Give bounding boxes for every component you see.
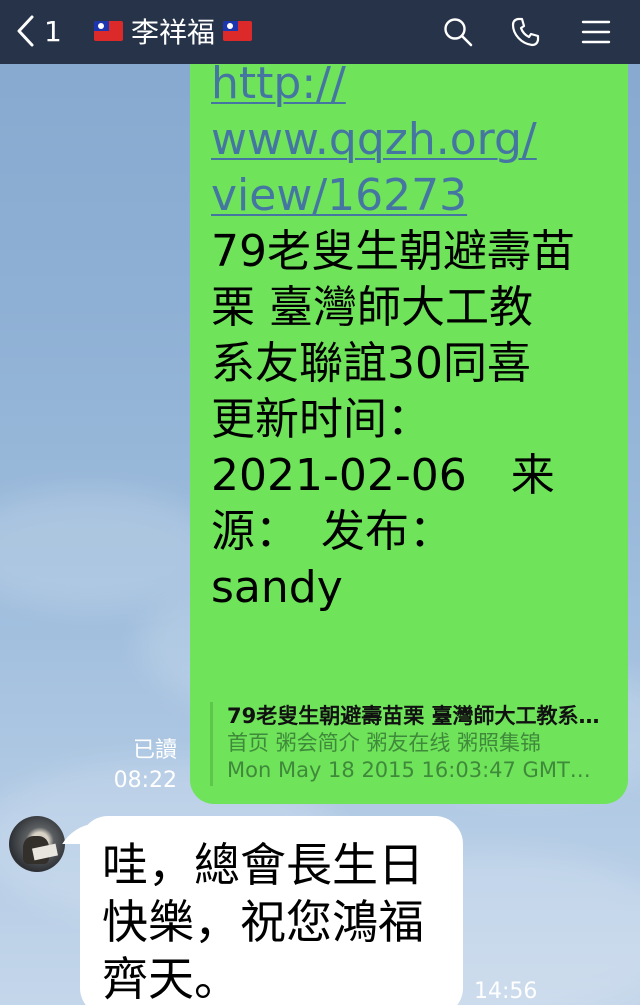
menu-button[interactable]	[574, 10, 618, 54]
message-link[interactable]: http:// www.qqzh.org/ view/16273	[211, 56, 623, 224]
chat-header: 1 李祥福	[0, 0, 640, 64]
message-text: http:// www.qqzh.org/ view/16273 79老叟生朝避…	[211, 56, 623, 616]
bubble-tail	[62, 824, 100, 844]
phone-icon	[511, 17, 540, 47]
message-line: 更新时间：	[211, 394, 431, 445]
taiwan-flag-icon	[223, 21, 253, 41]
contact-name: 李祥福	[131, 16, 216, 49]
link-preview-meta: Mon May 18 2015 16:03:47 GMT+0800	[227, 758, 606, 782]
link-preview-card[interactable]: 79老叟生朝避壽苗栗 臺灣師大工教系友聯誼30同喜 首页 粥会简介 粥友在线 粥…	[210, 702, 606, 786]
avatar[interactable]	[9, 816, 65, 872]
message-line: 快樂，祝您鴻福	[102, 895, 424, 949]
search-icon	[444, 18, 473, 47]
link-preview-title: 79老叟生朝避壽苗栗 臺灣師大工教系友聯誼30同喜	[227, 704, 606, 728]
message-status: 已讀 08:22	[100, 736, 177, 796]
message-time: 14:56	[474, 979, 538, 1004]
message-line: 齊天。	[102, 952, 240, 1005]
link-preview-description: 首页 粥会简介 粥友在线 粥照集锦	[227, 731, 542, 755]
message-time: 08:22	[113, 768, 177, 793]
message-line: 2021-02-06 来	[211, 450, 555, 501]
message-line: 系友聯誼30同喜	[211, 338, 531, 389]
incoming-message-bubble[interactable]: 哇，總會長生日 快樂，祝您鴻福 齊天。	[62, 816, 463, 1005]
chat-title[interactable]: 李祥福	[94, 10, 253, 52]
outgoing-message-bubble[interactable]: http:// www.qqzh.org/ view/16273 79老叟生朝避…	[190, 0, 628, 804]
message-line: 栗 臺灣師大工教	[211, 282, 533, 333]
link-line: http://	[211, 58, 346, 109]
message-line: 79老叟生朝避壽苗	[211, 226, 575, 277]
message-text: 哇，總會長生日 快樂，祝您鴻福 齊天。	[102, 837, 452, 1005]
back-button[interactable]: 1	[14, 10, 80, 52]
message-line: 源： 发布：	[211, 506, 453, 557]
message-line: 哇，總會長生日	[102, 838, 424, 892]
link-line: view/16273	[211, 170, 468, 221]
read-receipt: 已讀	[132, 738, 177, 763]
call-button[interactable]	[504, 10, 548, 54]
menu-icon	[581, 20, 611, 44]
search-button[interactable]	[436, 10, 480, 54]
unread-count: 1	[44, 14, 62, 48]
taiwan-flag-icon	[94, 21, 123, 41]
link-line: www.qqzh.org/	[211, 114, 537, 165]
message-line: sandy	[211, 562, 343, 613]
chevron-left-icon	[17, 15, 34, 47]
